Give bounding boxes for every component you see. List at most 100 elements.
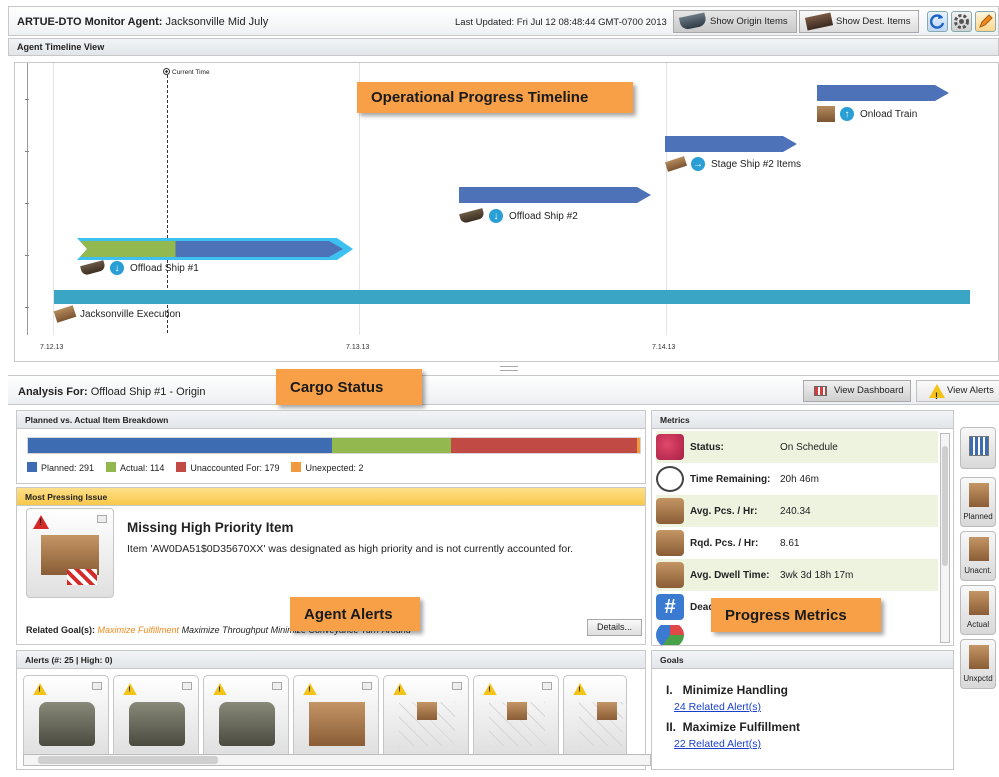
legend-item-unexpected: Unexpected: 2 bbox=[291, 462, 364, 473]
barrier-icon bbox=[67, 569, 97, 585]
minimize-icon[interactable] bbox=[92, 682, 102, 690]
alert-card[interactable] bbox=[23, 675, 109, 759]
pie-icon bbox=[656, 625, 684, 645]
task-bar-jacksonville-execution[interactable] bbox=[54, 290, 970, 304]
goal-link[interactable]: Maximize Throughput bbox=[182, 625, 269, 635]
goals-header: Goals bbox=[652, 651, 953, 669]
humvee-icon bbox=[129, 702, 185, 746]
details-button[interactable]: Details... bbox=[587, 619, 642, 636]
humvee-icon bbox=[39, 702, 95, 746]
metric-rqd-pcs: Rqd. Pcs. / Hr: 8.61 bbox=[656, 527, 938, 559]
y-tick bbox=[25, 151, 29, 152]
alert-card[interactable] bbox=[293, 675, 379, 759]
y-tick bbox=[25, 307, 29, 308]
alert-card-list bbox=[23, 675, 627, 759]
warning-icon bbox=[483, 683, 497, 695]
segment-actual bbox=[331, 438, 451, 453]
percent-flag-icon bbox=[656, 530, 684, 556]
crate-check-icon bbox=[969, 591, 989, 615]
alerts-scrollbar[interactable] bbox=[23, 754, 651, 766]
clock-icon bbox=[656, 466, 684, 492]
task-label-jacksonville-execution: Jacksonville Execution bbox=[53, 305, 181, 323]
pencil-icon[interactable] bbox=[975, 11, 996, 32]
side-button-unexpected[interactable]: Unxpctd bbox=[960, 639, 996, 689]
warning-icon bbox=[33, 683, 47, 695]
heart-check-icon bbox=[656, 434, 684, 460]
callout-operational-timeline: Operational Progress Timeline bbox=[357, 82, 633, 113]
splitter-handle[interactable] bbox=[500, 366, 518, 371]
x-label: 7.12.13 bbox=[40, 344, 64, 351]
pressing-issue-header: Most Pressing Issue bbox=[17, 488, 645, 506]
hash-icon: # bbox=[656, 594, 684, 620]
alert-card[interactable] bbox=[383, 675, 469, 759]
task-label-offload-ship-2: ↓ Offload Ship #2 bbox=[459, 208, 578, 224]
current-time-marker: Current Time bbox=[163, 68, 210, 76]
task-bar-offload-ship-2[interactable] bbox=[459, 187, 651, 203]
crate-grid-icon bbox=[489, 702, 545, 746]
task-bar-onload-train[interactable] bbox=[817, 85, 949, 101]
side-button-unaccounted[interactable]: Unacnt. bbox=[960, 531, 996, 581]
breakdown-panel: Planned vs. Actual Item Breakdown Planne… bbox=[16, 410, 646, 484]
callout-agent-alerts: Agent Alerts bbox=[290, 597, 420, 631]
view-dashboard-button[interactable]: View Dashboard bbox=[803, 380, 911, 402]
minimize-icon[interactable] bbox=[182, 682, 192, 690]
ship-icon bbox=[459, 208, 485, 224]
warning-icon bbox=[123, 683, 137, 695]
show-origin-items-button[interactable]: Show Origin Items bbox=[673, 10, 797, 33]
side-button-actual[interactable]: Actual bbox=[960, 585, 996, 635]
goal-title: II. Maximize Fulfillment bbox=[666, 720, 801, 734]
scroll-thumb[interactable] bbox=[942, 446, 948, 566]
alert-card[interactable] bbox=[563, 675, 627, 759]
segment-planned bbox=[28, 438, 332, 453]
gear-icon[interactable] bbox=[951, 11, 972, 32]
dashboard-chart-button[interactable] bbox=[960, 427, 996, 469]
target-icon bbox=[163, 68, 170, 75]
side-button-planned[interactable]: Planned bbox=[960, 477, 996, 527]
legend-item-planned: Planned: 291 bbox=[27, 462, 94, 473]
train-icon bbox=[664, 156, 688, 172]
goal-link[interactable]: Maximize Fulfillment bbox=[98, 625, 180, 635]
crate-grid-icon bbox=[399, 702, 455, 746]
app-title: ARTUE-DTO Monitor Agent: Jacksonville Mi… bbox=[17, 16, 269, 28]
task-bar-stage-ship-2[interactable] bbox=[665, 136, 797, 152]
boxes-icon bbox=[309, 702, 365, 746]
alert-card[interactable] bbox=[113, 675, 199, 759]
y-tick bbox=[25, 255, 29, 256]
segment-unaccounted bbox=[450, 438, 638, 453]
train-icon bbox=[804, 12, 834, 31]
minimize-icon[interactable] bbox=[97, 515, 107, 523]
metrics-scrollbar[interactable] bbox=[940, 433, 950, 643]
warning-icon bbox=[929, 384, 945, 406]
warning-icon bbox=[393, 683, 407, 695]
arrow-down-icon: ↓ bbox=[489, 209, 503, 223]
minimize-icon[interactable] bbox=[452, 682, 462, 690]
scroll-thumb[interactable] bbox=[38, 756, 218, 764]
goal-alerts-link[interactable]: 24 Related Alert(s) bbox=[674, 701, 761, 713]
task-bar-offload-ship-1[interactable] bbox=[81, 241, 343, 257]
task-bar-offload-ship-1-highlight[interactable] bbox=[77, 238, 353, 260]
issue-text: Item 'AW0DA51$0D35670XX' was designated … bbox=[127, 543, 574, 555]
refresh-icon[interactable] bbox=[927, 11, 948, 32]
alert-card[interactable] bbox=[473, 675, 559, 759]
goals-panel: Goals I. Minimize Handling 24 Related Al… bbox=[651, 650, 954, 770]
task-label-offload-ship-1: ↓ Offload Ship #1 bbox=[80, 260, 199, 276]
timeline-y-axis bbox=[27, 63, 28, 335]
view-alerts-button[interactable]: View Alerts bbox=[916, 380, 999, 406]
crate-question-icon bbox=[969, 537, 989, 561]
minimize-icon[interactable] bbox=[542, 682, 552, 690]
goal-alerts-link[interactable]: 22 Related Alert(s) bbox=[674, 738, 761, 750]
arrow-right-icon: → bbox=[691, 157, 705, 171]
warning-icon bbox=[573, 683, 587, 695]
chart-icon bbox=[814, 386, 827, 396]
metric-dwell-time: Avg. Dwell Time: 3wk 3d 18h 17m bbox=[656, 559, 938, 591]
warning-icon bbox=[33, 515, 49, 529]
callout-progress-metrics: Progress Metrics bbox=[711, 598, 881, 632]
show-dest-items-button[interactable]: Show Dest. Items bbox=[799, 10, 919, 33]
minimize-icon[interactable] bbox=[272, 682, 282, 690]
minimize-icon[interactable] bbox=[362, 682, 372, 690]
y-tick bbox=[25, 203, 29, 204]
metrics-header: Metrics bbox=[652, 411, 953, 429]
metric-time-remaining: Time Remaining: 20h 46m bbox=[656, 463, 938, 495]
alert-card[interactable] bbox=[203, 675, 289, 759]
ship-icon bbox=[80, 260, 106, 276]
